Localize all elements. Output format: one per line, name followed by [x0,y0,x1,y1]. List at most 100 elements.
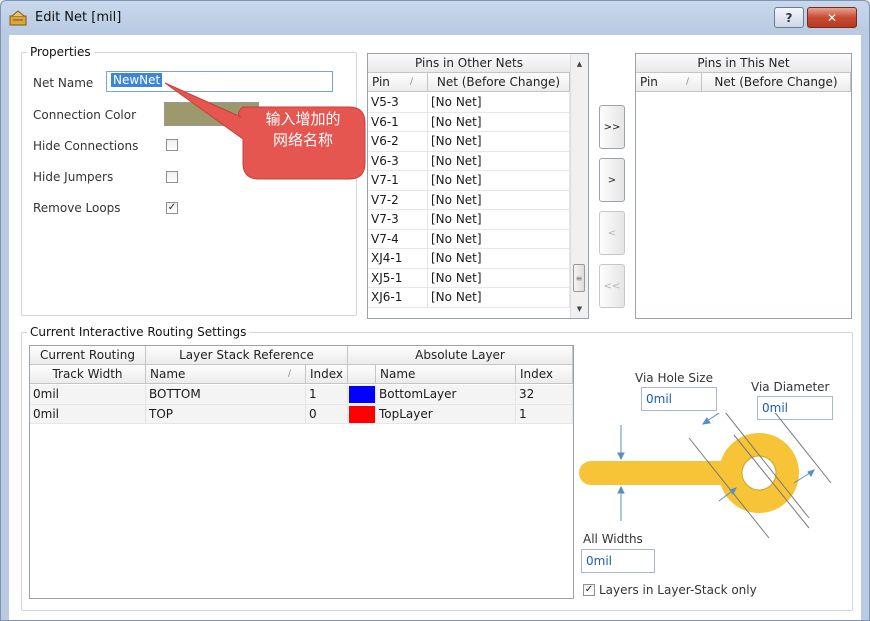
abs-layer-index-cell: 32 [516,385,573,404]
col-color [348,365,376,384]
layer-color-swatch [349,386,375,403]
via-hole-size-input[interactable]: 0mil [641,387,717,411]
col-abs-index[interactable]: Index [516,365,573,384]
net-cell: [No Net] [428,249,570,268]
layer-color-cell [348,404,376,423]
hide-jumpers-label: Hide Jumpers [33,170,114,184]
pins-other-row[interactable]: V7-1 [No Net] [368,171,570,191]
pins-other-row[interactable]: V5-3 [No Net] [368,93,570,113]
layer-color-swatch [349,405,375,423]
add-button[interactable]: > [599,158,625,202]
remove-button[interactable]: < [599,211,625,255]
col-index[interactable]: Index [306,365,348,384]
connection-color-label: Connection Color [33,108,137,122]
check-icon: ✓ [584,584,594,595]
hdr-layer-stack: Layer Stack Reference [146,346,348,365]
add-all-button[interactable]: >> [599,105,625,149]
layer-index-cell: 0 [306,404,348,423]
pin-cell: XJ6-1 [368,288,428,307]
dialog-content: Properties Net Name NewNet Connection Co… [9,35,861,620]
all-widths-input[interactable]: 0mil [581,549,655,573]
all-widths-label: All Widths [583,532,643,546]
abs-layer-index-cell: 1 [516,404,573,423]
pins-other-row[interactable]: XJ4-1 [No Net] [368,249,570,269]
pin-cell: XJ4-1 [368,249,428,268]
pins-other-scrollbar[interactable]: ▲ ≡ ▼ [570,54,588,318]
hdr-absolute-layer: Absolute Layer [348,346,573,365]
callout-line-1: 输入增加的 [265,110,341,128]
routing-row[interactable]: 0mil BOTTOM 1 BottomLayer 32 [30,385,573,405]
routing-group-title: Current Interactive Routing Settings [27,325,250,339]
net-cell: [No Net] [428,268,570,287]
col-abs-name[interactable]: Name [376,365,516,384]
remove-loops-checkbox[interactable]: ✓ [166,202,178,214]
pins-other-row[interactable]: V7-4 [No Net] [368,229,570,249]
callout-text: 输入增加的 网络名称 [241,109,365,151]
pin-cell: V5-3 [368,93,428,112]
sort-icon: / [410,77,414,87]
pins-other-col-net[interactable]: Net (Before Change) [428,73,570,92]
help-button[interactable]: ? [774,7,804,28]
pins-this-net-title: Pins in This Net [636,54,851,73]
dialog-window: Edit Net [mil] ? ✕ Properties Net Name N… [0,0,870,621]
col-track-width[interactable]: Track Width [30,365,146,384]
abs-layer-name-cell: BottomLayer [376,385,516,404]
window-title: Edit Net [mil] [35,10,122,25]
pin-cell: V7-4 [368,229,428,248]
close-button[interactable]: ✕ [807,7,857,28]
pin-cell: V6-2 [368,132,428,151]
pin-cell: V7-1 [368,171,428,190]
net-cell: [No Net] [428,93,570,112]
sort-icon: / [288,369,292,379]
layer-index-cell: 1 [306,385,348,404]
layer-name-cell: TOP [146,404,306,423]
pin-cell: V7-3 [368,210,428,229]
hide-connections-label: Hide Connections [33,139,139,153]
scroll-up-icon[interactable]: ▲ [571,55,588,72]
net-cell: [No Net] [428,151,570,170]
pins-other-nets-title: Pins in Other Nets [368,54,570,73]
remove-loops-label: Remove Loops [33,201,121,215]
layer-name-cell: BOTTOM [146,385,306,404]
via-diameter-label: Via Diameter [751,380,830,394]
net-cell: [No Net] [428,112,570,131]
track-width-cell: 0mil [30,385,146,404]
net-cell: [No Net] [428,171,570,190]
app-icon [9,10,27,26]
net-cell: [No Net] [428,132,570,151]
remove-all-button[interactable]: << [599,264,625,308]
pins-other-row[interactable]: V6-1 [No Net] [368,112,570,132]
pins-other-row[interactable]: V7-3 [No Net] [368,210,570,230]
routing-row[interactable]: 0mil TOP 0 TopLayer 1 [30,404,573,424]
layers-in-stack-only-checkbox[interactable]: ✓ [583,584,595,596]
callout-line-2: 网络名称 [272,131,333,149]
pins-this-col-pin[interactable]: Pin / [636,73,702,92]
pins-this-col-net[interactable]: Net (Before Change) [702,73,851,92]
pin-cell: V6-1 [368,112,428,131]
track-width-cell: 0mil [30,404,146,423]
net-cell: [No Net] [428,288,570,307]
pins-other-nets-grid[interactable]: Pins in Other Nets Pin / Net (Before Cha… [367,53,589,319]
routing-grid[interactable]: Current Routing Layer Stack Reference Ab… [29,345,574,599]
pins-other-col-pin[interactable]: Pin / [368,73,428,92]
title-bar[interactable]: Edit Net [mil] ? ✕ [1,1,869,35]
scroll-down-icon[interactable]: ▼ [571,300,588,317]
net-cell: [No Net] [428,210,570,229]
pins-other-row[interactable]: V6-3 [No Net] [368,151,570,171]
pins-other-row[interactable]: V7-2 [No Net] [368,190,570,210]
pins-this-net-grid[interactable]: Pins in This Net Pin / Net (Before Chang… [635,53,852,319]
pins-other-row[interactable]: XJ5-1 [No Net] [368,268,570,288]
check-icon: ✓ [167,202,177,213]
layer-color-cell [348,385,376,404]
pins-other-row[interactable]: XJ6-1 [No Net] [368,288,570,308]
sort-icon: / [686,77,690,87]
layers-in-stack-only-label: Layers in Layer-Stack only [599,583,757,597]
col-name[interactable]: Name / [146,365,306,384]
pin-cell: V7-2 [368,190,428,209]
via-hole-size-label: Via Hole Size [635,371,713,385]
scrollbar-thumb[interactable]: ≡ [573,264,585,292]
pins-other-row[interactable]: V6-2 [No Net] [368,132,570,152]
net-cell: [No Net] [428,190,570,209]
pin-cell: XJ5-1 [368,268,428,287]
net-name-label: Net Name [33,76,94,90]
